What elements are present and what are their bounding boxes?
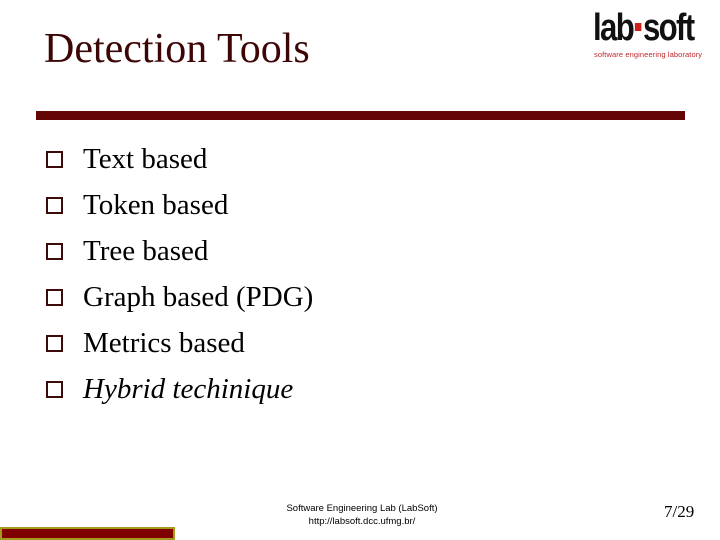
logo-text-right: soft [642, 7, 695, 49]
logo-wordmark: lab soft [593, 7, 695, 49]
footer-url: http://labsoft.dcc.ufmg.br/ [308, 516, 416, 527]
logo-tagline: software engineering laboratory [594, 50, 703, 59]
square-bullet-icon [46, 334, 63, 352]
slide-title: Detection Tools [44, 26, 310, 72]
bullet-item: Tree based [46, 228, 313, 274]
bullet-text: Text based [83, 142, 208, 175]
logo-dot-icon [634, 22, 642, 31]
bullet-item: Text based [46, 136, 313, 182]
logo-text-left: lab [593, 7, 635, 49]
square-bullet-icon [46, 196, 63, 214]
footer-credit: Software Engineering Lab (LabSoft) http:… [262, 502, 462, 528]
bullet-text: Graph based (PDG) [83, 280, 314, 313]
bullet-text: Metrics based [83, 326, 245, 359]
footer-lab-name: Software Engineering Lab (LabSoft) [286, 503, 438, 514]
labsoft-logo: lab soft software engineering laboratory [593, 8, 711, 62]
square-bullet-icon [46, 380, 63, 398]
footer-decorative-bar [0, 527, 175, 540]
bullet-list: Text based Token based Tree based Graph … [46, 136, 313, 412]
bullet-item: Metrics based [46, 320, 313, 366]
bullet-item: Token based [46, 182, 313, 228]
bullet-text: Hybrid techinique [83, 372, 294, 405]
bullet-text: Token based [83, 188, 229, 221]
square-bullet-icon [46, 242, 63, 260]
bullet-item: Graph based (PDG) [46, 274, 313, 320]
title-divider [36, 111, 685, 120]
bullet-item: Hybrid techinique [46, 366, 313, 412]
square-bullet-icon [46, 150, 63, 168]
page-number: 7/29 [664, 502, 695, 521]
bullet-text: Tree based [83, 234, 209, 267]
square-bullet-icon [46, 288, 63, 306]
